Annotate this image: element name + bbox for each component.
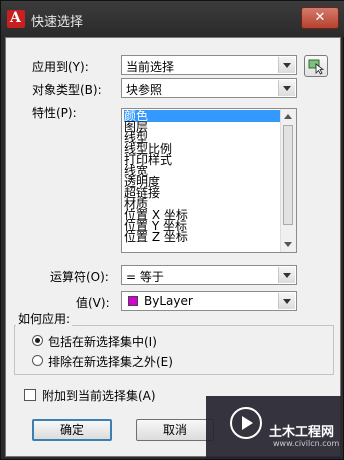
object-type-select[interactable]: 块参照 — [121, 78, 297, 98]
append-label[interactable]: 附加到当前选择集(A) — [42, 387, 156, 404]
chevron-down-icon[interactable] — [278, 293, 295, 309]
select-objects-icon — [308, 59, 325, 75]
value-select[interactable]: ByLayer — [121, 291, 297, 311]
append-checkbox[interactable] — [24, 389, 36, 401]
scroll-up-icon[interactable] — [284, 114, 292, 119]
object-type-label: 对象类型(B): — [32, 83, 102, 97]
properties-list[interactable]: 颜色 图层 线型 线型比例 打印样式 线宽 透明度 超链接 材质 位置 X 坐标… — [121, 108, 297, 253]
include-label[interactable]: 包括在新选择集中(I) — [48, 333, 157, 350]
operator-select[interactable]: = 等于 — [121, 265, 297, 285]
watermark-text: 土木工程网 — [269, 425, 335, 440]
apply-to-select[interactable]: 当前选择 — [121, 55, 297, 75]
list-item[interactable]: 位置 Z 坐标 — [124, 231, 280, 243]
cancel-button[interactable]: 取消 — [136, 419, 214, 441]
operator-label: 运算符(O): — [50, 270, 109, 284]
quick-select-dialog: 快速选择 ✕ 应用到(Y): 当前选择 对象类型(B): 块参照 特性(P): … — [0, 0, 344, 460]
title-bar[interactable]: 快速选择 ✕ — [1, 1, 344, 37]
value-value: ByLayer — [144, 294, 193, 308]
dialog-body: 应用到(Y): 当前选择 对象类型(B): 块参照 特性(P): 颜色 图层 线… — [5, 37, 341, 457]
select-objects-button[interactable] — [304, 55, 328, 77]
ok-button[interactable]: 确定 — [32, 419, 112, 441]
value-label: 值(V): — [76, 296, 110, 310]
properties-label: 特性(P): — [32, 106, 77, 120]
properties-scrollbar[interactable] — [280, 109, 296, 252]
chevron-down-icon[interactable] — [278, 57, 295, 73]
apply-to-value: 当前选择 — [126, 60, 175, 74]
watermark-logo-icon — [230, 407, 262, 439]
scroll-thumb[interactable] — [283, 125, 293, 225]
operator-value: = 等于 — [126, 270, 164, 284]
color-swatch — [128, 296, 138, 306]
exclude-radio[interactable] — [32, 355, 43, 366]
how-to-apply-label: 如何应用: — [16, 310, 73, 327]
apply-to-label: 应用到(Y): — [32, 60, 89, 74]
close-button[interactable]: ✕ — [301, 7, 339, 29]
include-radio[interactable] — [32, 335, 43, 346]
watermark-url: www.civilcn.com — [273, 439, 340, 448]
object-type-value: 块参照 — [126, 83, 163, 97]
autocad-logo-icon — [7, 10, 25, 28]
chevron-down-icon[interactable] — [278, 80, 295, 96]
scroll-down-icon[interactable] — [284, 242, 292, 247]
exclude-label[interactable]: 排除在新选择集之外(E) — [48, 353, 173, 370]
chevron-down-icon[interactable] — [278, 267, 295, 283]
dialog-title: 快速选择 — [31, 15, 84, 30]
